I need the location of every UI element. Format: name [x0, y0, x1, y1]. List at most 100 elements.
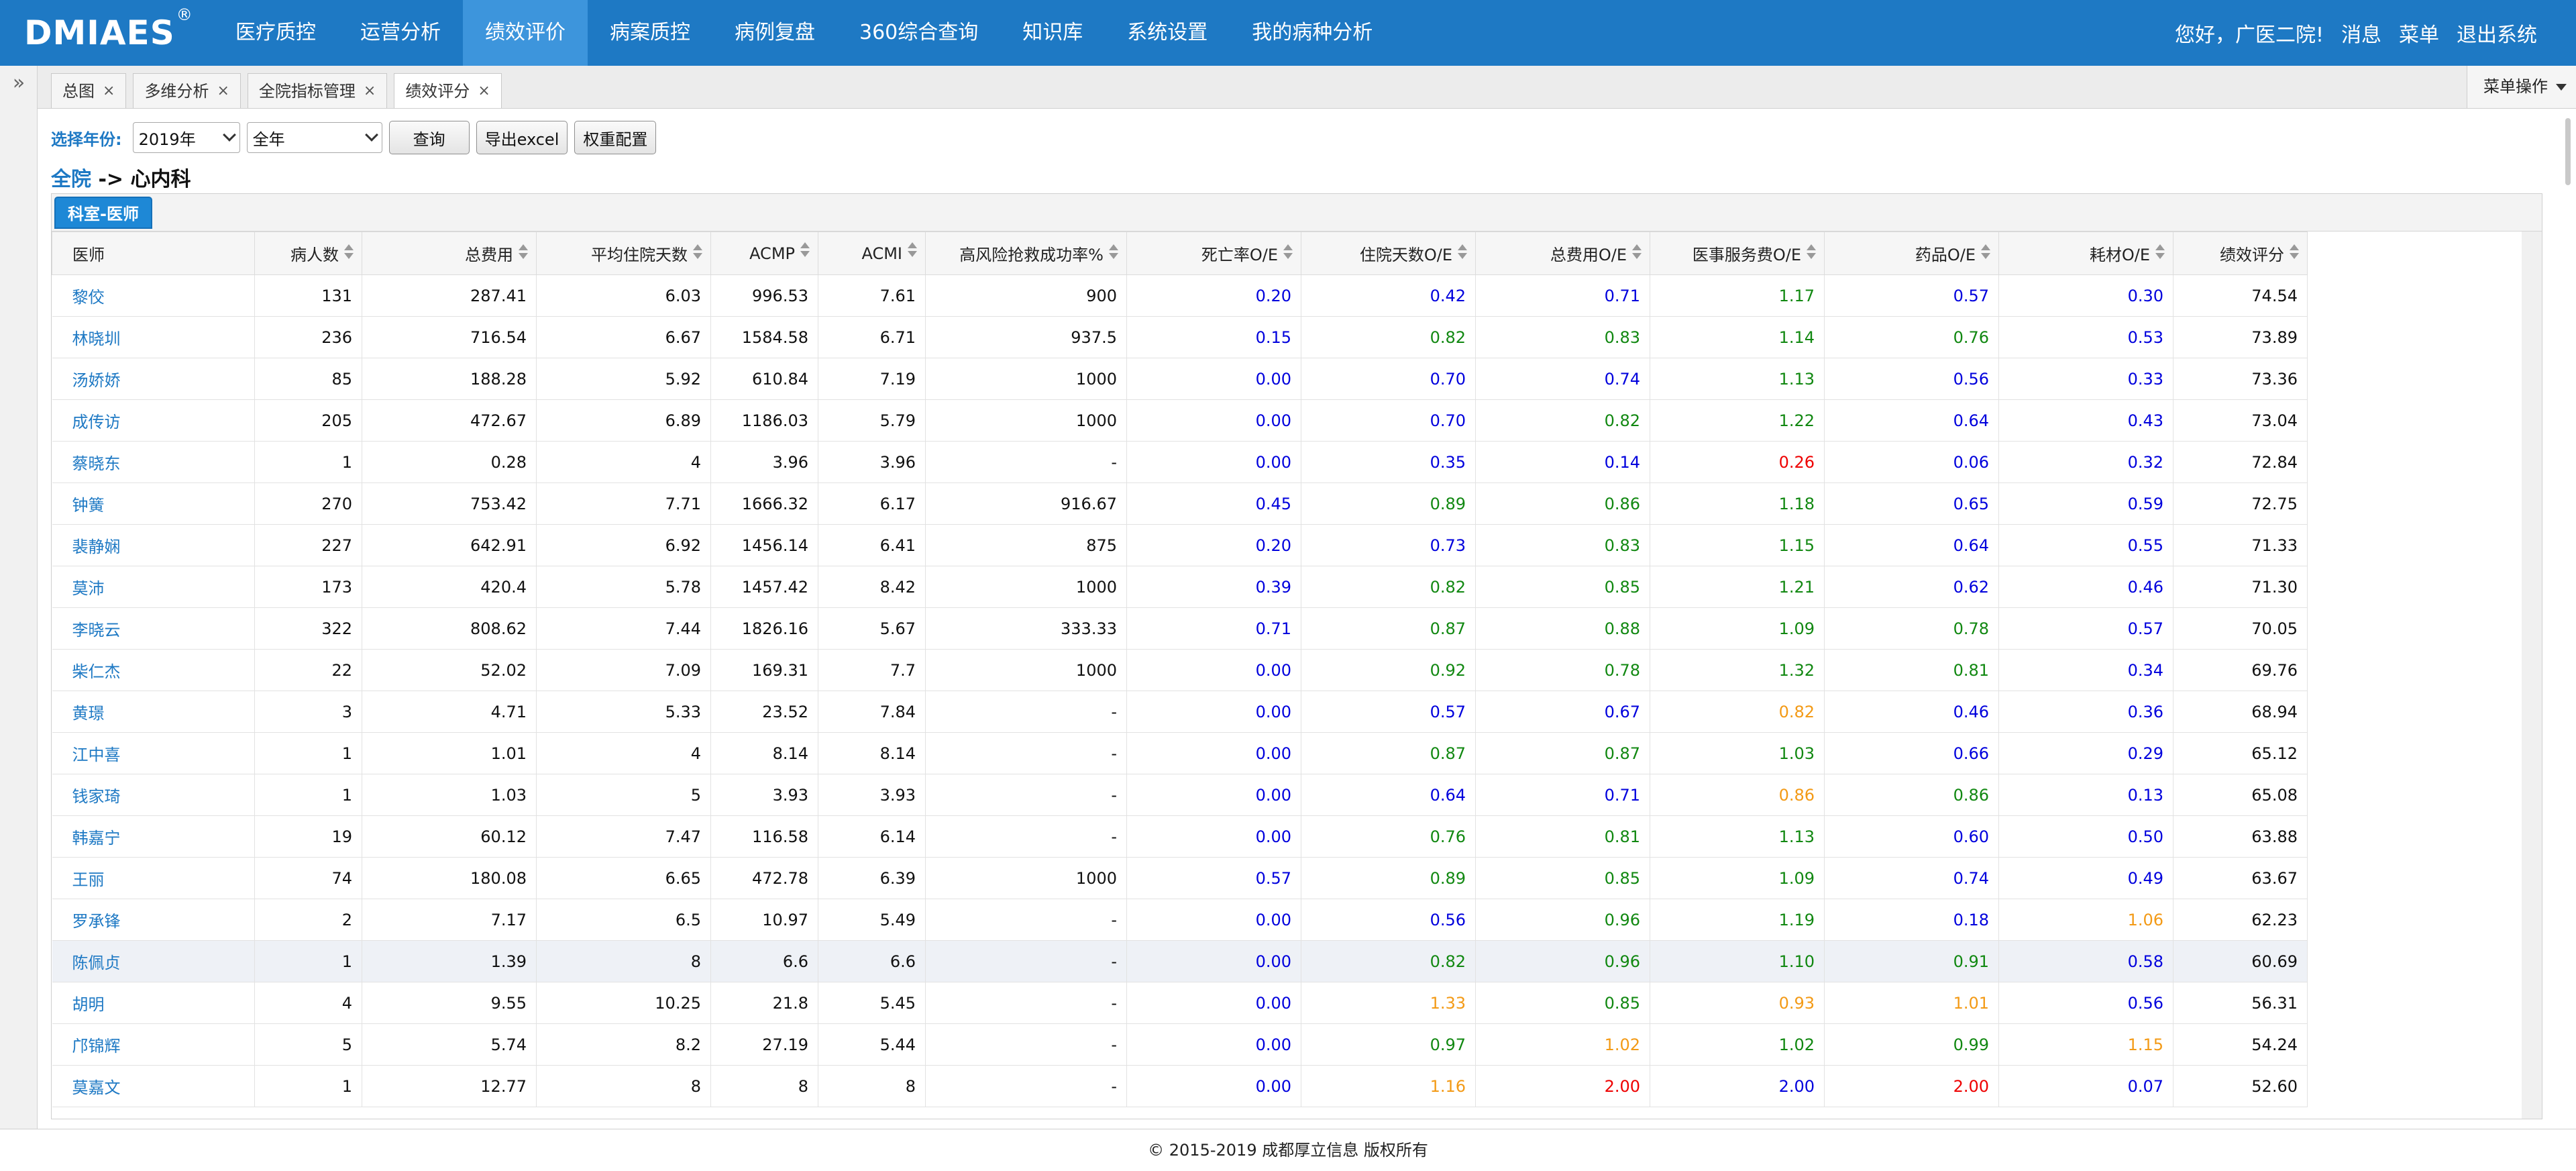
doctor-name-link[interactable]: 钱家琦 — [52, 774, 255, 816]
table-row[interactable]: 蔡晓东 1 0.28 4 3.96 3.96-0.00 0.35 0.14 0.26 0.06 0.… — [52, 441, 2308, 483]
table-row[interactable]: 莫嘉文 1 12.77 8 8 8-0.00 1.16 2.00 2.00 2.00 0.07 52.… — [52, 1065, 2308, 1107]
page-tab-0[interactable]: 总图 × — [51, 73, 127, 108]
table-row[interactable]: 胡明 4 9.55 10.25 21.8 5.45-0.00 1.33 0.85 0.93 1.0… — [52, 982, 2308, 1024]
table-row[interactable]: 裴静娴 227 642.91 6.92 1456.14 6.41 875 0.20 0.73 0.… — [52, 524, 2308, 566]
table-row[interactable]: 黄璟 3 4.71 5.33 23.52 7.84-0.00 0.57 0.67 0.82 0.4… — [52, 691, 2308, 733]
sort-icon[interactable] — [908, 242, 917, 257]
sort-icon[interactable] — [2155, 244, 2165, 259]
column-header-3[interactable]: 平均住院天数 — [536, 232, 711, 275]
doctor-name-link[interactable]: 柴仁杰 — [52, 649, 255, 691]
nav-item-2[interactable]: 绩效评价 — [463, 0, 588, 66]
expand-sidebar-icon[interactable]: » — [7, 71, 31, 95]
table-cell: 716.54 — [362, 316, 537, 358]
table-row[interactable]: 钟簧 270 753.42 7.71 1666.32 6.17 916.67 0.45 0.89… — [52, 482, 2308, 525]
page-tab-3[interactable]: 绩效评分 × — [394, 73, 502, 108]
column-header-7[interactable]: 死亡率O/E — [1126, 232, 1301, 275]
doctor-name-link[interactable]: 林晓圳 — [52, 316, 255, 358]
app-logo[interactable]: DMIAES® — [0, 5, 213, 52]
doctor-name-link[interactable]: 罗承锋 — [52, 899, 255, 941]
column-header-2[interactable]: 总费用 — [362, 232, 537, 275]
nav-item-7[interactable]: 系统设置 — [1105, 0, 1230, 66]
doctor-name-link[interactable]: 汤娇娇 — [52, 358, 255, 400]
period-select[interactable]: 全年 — [246, 122, 382, 153]
table-row[interactable]: 韩嘉宁 19 60.12 7.47 116.58 6.14-0.00 0.76 0.81 1.1… — [52, 815, 2308, 858]
query-button[interactable]: 查询 — [388, 121, 470, 154]
doctor-name-link[interactable]: 江中喜 — [52, 732, 255, 774]
doctor-name-link[interactable]: 钟簧 — [52, 482, 255, 525]
breadcrumb-root[interactable]: 全院 — [51, 168, 91, 191]
tab-dept-doctor[interactable]: 科室-医师 — [54, 197, 152, 229]
sort-icon[interactable] — [800, 242, 810, 257]
column-header-0[interactable]: 医师 — [52, 232, 255, 275]
column-header-5[interactable]: ACMI — [818, 232, 926, 275]
export-excel-button[interactable]: 导出excel — [476, 121, 568, 154]
doctor-name-link[interactable]: 韩嘉宁 — [52, 815, 255, 858]
nav-item-3[interactable]: 病案质控 — [588, 0, 712, 66]
table-row[interactable]: 汤娇娇 85 188.28 5.92 610.84 7.19 1000 0.00 0.70 0.7… — [52, 358, 2308, 400]
column-header-8[interactable]: 住院天数O/E — [1301, 232, 1476, 275]
nav-item-0[interactable]: 医疗质控 — [213, 0, 338, 66]
doctor-name-link[interactable]: 黄璟 — [52, 691, 255, 733]
doctor-name-link[interactable]: 黎佼 — [52, 274, 255, 317]
messages-link[interactable]: 消息 — [2341, 18, 2381, 48]
nav-item-1[interactable]: 运营分析 — [338, 0, 463, 66]
column-header-12[interactable]: 耗材O/E — [1998, 232, 2174, 275]
year-select[interactable]: 2019年 — [132, 122, 240, 153]
table-scrollbar[interactable] — [2522, 232, 2542, 1119]
logout-link[interactable]: 退出系统 — [2457, 18, 2537, 48]
nav-item-4[interactable]: 病例复盘 — [712, 0, 837, 66]
sort-icon[interactable] — [519, 244, 528, 259]
column-header-10[interactable]: 医事服务费O/E — [1650, 232, 1825, 275]
doctor-name-link[interactable]: 李晓云 — [52, 607, 255, 650]
table-row[interactable]: 李晓云 322 808.62 7.44 1826.16 5.67 333.33 0.71 0.8… — [52, 607, 2308, 650]
sort-icon[interactable] — [1458, 244, 1467, 259]
nav-item-6[interactable]: 知识库 — [1000, 0, 1105, 66]
doctor-name-link[interactable]: 蔡晓东 — [52, 441, 255, 483]
table-row[interactable]: 柴仁杰 22 52.02 7.09 169.31 7.7 1000 0.00 0.92 0.78 1… — [52, 649, 2308, 691]
sort-icon[interactable] — [1807, 244, 1816, 259]
nav-item-8[interactable]: 我的病种分析 — [1230, 0, 1395, 66]
column-header-4[interactable]: ACMP — [710, 232, 818, 275]
doctor-name-link[interactable]: 王丽 — [52, 857, 255, 899]
menu-operations-dropdown[interactable]: 菜单操作 — [2467, 66, 2576, 108]
close-tab-icon[interactable]: × — [364, 74, 376, 108]
close-tab-icon[interactable]: × — [217, 74, 229, 108]
table-row[interactable]: 成传访 205 472.67 6.89 1186.03 5.79 1000 0.00 0.70 0… — [52, 399, 2308, 442]
sort-icon[interactable] — [1632, 244, 1642, 259]
table-row[interactable]: 林晓圳 236 716.54 6.67 1584.58 6.71 937.5 0.15 0.82… — [52, 316, 2308, 358]
sort-icon[interactable] — [1109, 244, 1118, 259]
table-row[interactable]: 莫沛 173 420.4 5.78 1457.42 8.42 1000 0.39 0.82 0.8… — [52, 566, 2308, 608]
doctor-name-link[interactable]: 成传访 — [52, 399, 255, 442]
column-header-9[interactable]: 总费用O/E — [1475, 232, 1650, 275]
table-row[interactable]: 邝锦辉 5 5.74 8.2 27.19 5.44-0.00 0.97 1.02 1.02 0.9… — [52, 1023, 2308, 1066]
table-row[interactable]: 钱家琦 1 1.03 5 3.93 3.93-0.00 0.64 0.71 0.86 0.86 0.… — [52, 774, 2308, 816]
sort-icon[interactable] — [1283, 244, 1293, 259]
sort-icon[interactable] — [693, 244, 702, 259]
doctor-name-link[interactable]: 邝锦辉 — [52, 1023, 255, 1066]
page-tab-1[interactable]: 多维分析 × — [133, 73, 241, 108]
table-row[interactable]: 王丽 74 180.08 6.65 472.78 6.39 1000 0.57 0.89 0.85… — [52, 857, 2308, 899]
page-tab-2[interactable]: 全院指标管理 × — [247, 73, 388, 108]
page-scrollbar-thumb[interactable] — [2565, 118, 2571, 185]
table-row[interactable]: 江中喜 1 1.01 4 8.14 8.14-0.00 0.87 0.87 1.03 0.66 0.… — [52, 732, 2308, 774]
column-header-11[interactable]: 药品O/E — [1824, 232, 1999, 275]
column-header-6[interactable]: 高风险抢救成功率% — [925, 232, 1127, 275]
sort-icon[interactable] — [344, 244, 354, 259]
doctor-name-link[interactable]: 裴静娴 — [52, 524, 255, 566]
close-tab-icon[interactable]: × — [478, 74, 490, 108]
doctor-name-link[interactable]: 胡明 — [52, 982, 255, 1024]
doctor-name-link[interactable]: 莫嘉文 — [52, 1065, 255, 1107]
close-tab-icon[interactable]: × — [103, 74, 115, 108]
nav-item-5[interactable]: 360综合查询 — [837, 0, 1000, 66]
doctor-name-link[interactable]: 陈佩贞 — [52, 940, 255, 982]
table-row[interactable]: 罗承锋 2 7.17 6.5 10.97 5.49-0.00 0.56 0.96 1.19 0.1… — [52, 899, 2308, 941]
column-header-13[interactable]: 绩效评分 — [2173, 232, 2308, 275]
doctor-name-link[interactable]: 莫沛 — [52, 566, 255, 608]
sort-icon[interactable] — [2290, 244, 2299, 259]
weight-config-button[interactable]: 权重配置 — [574, 121, 657, 154]
menu-link[interactable]: 菜单 — [2399, 18, 2439, 48]
table-row[interactable]: 陈佩贞 1 1.39 8 6.6 6.6-0.00 0.82 0.96 1.10 0.91 0.58… — [52, 940, 2308, 982]
table-row[interactable]: 黎佼 131 287.41 6.03 996.53 7.61 900 0.20 0.42 0.71… — [52, 274, 2308, 317]
sort-icon[interactable] — [1981, 244, 1990, 259]
column-header-1[interactable]: 病人数 — [254, 232, 362, 275]
